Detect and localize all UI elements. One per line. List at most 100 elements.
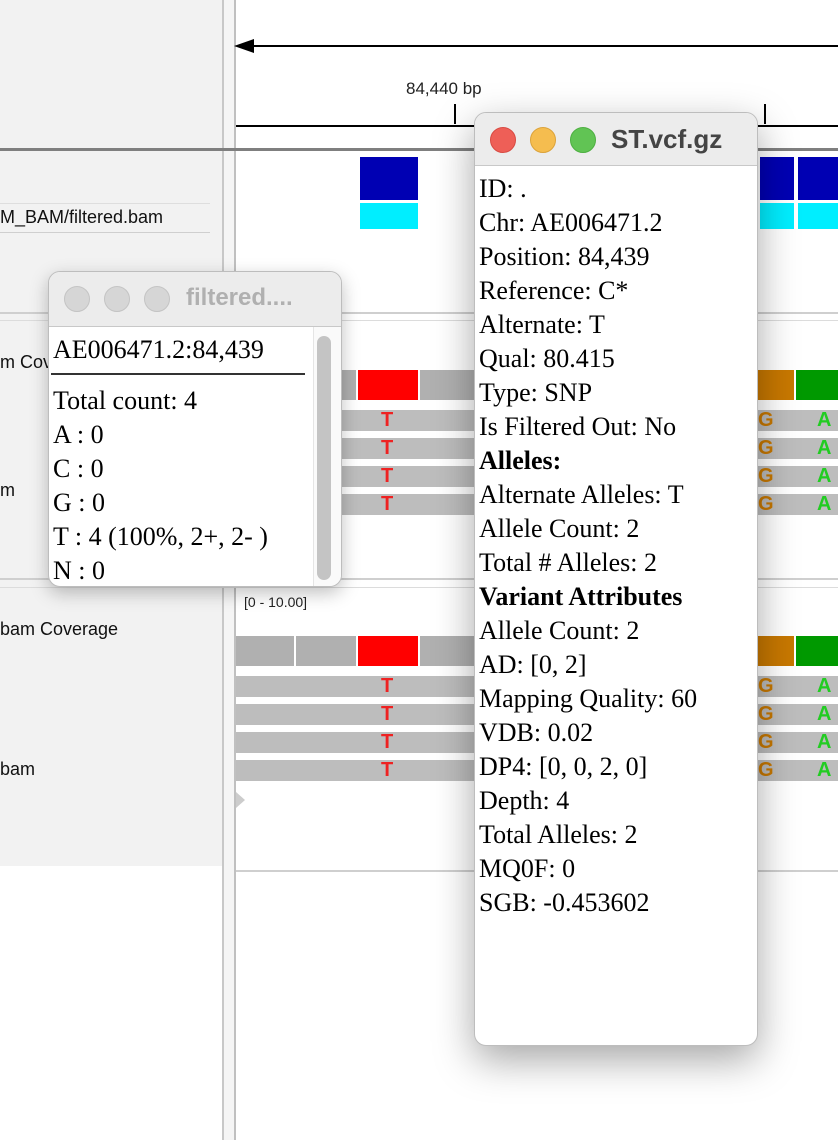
close-button[interactable] [490,127,516,153]
popup-titlebar[interactable]: filtered.... [49,272,341,327]
scrollbar-thumb[interactable] [317,336,331,580]
count-line: A : 0 [53,420,104,449]
count-line: G : 0 [53,488,105,517]
mismatch-base: T [381,437,394,459]
attribute-line: Total # Alleles: 2 [479,548,657,577]
attribute-line: SGB: -0.453602 [479,888,650,917]
attribute-line: AD: [0, 2] [479,650,587,679]
popup-title: ST.vcf.gz [611,124,723,154]
read[interactable] [340,466,476,487]
ruler-position-label: 84,440 bp [406,79,482,98]
mismatch-base: G [758,437,774,459]
mismatch-base: T [381,703,394,725]
attribute-line: ID: . [479,174,527,203]
attribute-line: Position: 84,439 [479,242,650,271]
coverage-range-label: [0 - 10.00] [244,594,308,610]
mismatch-base: G [758,759,774,781]
ruler-tick [454,104,456,124]
divider [51,373,305,375]
mismatch-base: G [758,465,774,487]
mismatch-base: T [381,675,394,697]
attribute-line: Reference: C* [479,276,629,305]
coverage-bar-mismatch[interactable] [358,636,418,666]
mismatch-base: A [817,703,832,725]
alignment-track-label[interactable]: bam [0,759,35,780]
attribute-line: Allele Count: 2 [479,514,640,543]
section-header: Variant Attributes [479,582,683,611]
read[interactable] [236,760,476,781]
mismatch-base: T [381,465,394,487]
coverage-bar[interactable] [296,636,356,666]
attribute-line: Alternate: T [479,310,605,339]
read[interactable] [236,676,476,697]
genotype-call[interactable] [760,203,794,229]
mismatch-base: A [817,675,832,697]
count-line: C : 0 [53,454,104,483]
attribute-line: VDB: 0.02 [479,718,594,747]
coverage-bar-mismatch[interactable] [358,370,418,400]
read[interactable] [340,494,476,515]
popup-titlebar[interactable]: ST.vcf.gz [475,113,757,166]
alignment-track-label[interactable]: m [0,480,15,501]
attribute-line: Qual: 80.415 [479,344,615,373]
popup-content: AE006471.2:84,439 Total count: 4 A : 0 C… [49,327,311,586]
variant-site[interactable] [798,157,838,200]
coverage-bar-mismatch[interactable] [758,370,794,400]
count-line: T : 4 (100%, 2+, 2- ) [53,522,268,551]
mismatch-base: T [381,731,394,753]
close-button[interactable] [64,286,90,312]
coverage-popup-window[interactable]: filtered.... AE006471.2:84,439 Total cou… [48,271,342,587]
read[interactable] [236,732,476,753]
variant-site[interactable] [760,157,794,200]
attribute-line: MQ0F: 0 [479,854,576,883]
section-header: Alleles: [479,446,562,475]
mismatch-base: G [758,675,774,697]
coverage-bar-mismatch[interactable] [758,636,794,666]
minimize-button[interactable] [104,286,130,312]
mismatch-base: A [817,465,832,487]
locus-label: AE006471.2:84,439 [53,335,264,364]
attribute-line: Alternate Alleles: T [479,480,684,509]
sample-name-label: M_BAM/filtered.bam [0,207,164,227]
read[interactable] [340,410,476,431]
attribute-line: Is Filtered Out: No [479,412,677,441]
mismatch-base: A [817,493,832,515]
track-name-panel-empty [0,866,222,1140]
coverage-track-label[interactable]: bam Coverage [0,619,118,640]
mismatch-base: G [758,703,774,725]
mismatch-base: G [758,493,774,515]
variant-popup-window[interactable]: ST.vcf.gz ID: . Chr: AE006471.2 Position: … [474,112,758,1046]
mismatch-base: A [817,409,832,431]
attribute-line: Chr: AE006471.2 [479,208,663,237]
read[interactable] [340,438,476,459]
coverage-bar[interactable] [236,636,294,666]
attribute-line: Allele Count: 2 [479,616,640,645]
mismatch-base: T [381,759,394,781]
coverage-bar[interactable] [340,370,356,400]
genotype-call[interactable] [798,203,838,229]
attribute-line: Type: SNP [479,378,593,407]
coverage-bar-mismatch[interactable] [796,636,838,666]
expand-arrow-icon[interactable] [236,792,245,808]
count-line: N : 0 [53,556,105,585]
count-line: Total count: 4 [53,386,198,415]
mismatch-base: G [758,409,774,431]
attribute-line: DP4: [0, 0, 2, 0] [479,752,648,781]
minimize-button[interactable] [530,127,556,153]
coverage-bar[interactable] [420,636,476,666]
coverage-track-label[interactable]: m Cov [0,352,52,373]
popup-title: filtered.... [186,284,293,311]
zoom-button[interactable] [144,286,170,312]
mismatch-base: T [381,409,394,431]
coverage-bar[interactable] [420,370,476,400]
zoom-button[interactable] [570,127,596,153]
attribute-line: Total Alleles: 2 [479,820,638,849]
coverage-bar-mismatch[interactable] [796,370,838,400]
variant-site[interactable] [360,157,418,200]
ruler-tick [764,104,766,124]
mismatch-base: A [817,731,832,753]
genotype-call[interactable] [360,203,418,229]
mismatch-base: A [817,437,832,459]
ruler-span-line [240,45,838,47]
read[interactable] [236,704,476,725]
